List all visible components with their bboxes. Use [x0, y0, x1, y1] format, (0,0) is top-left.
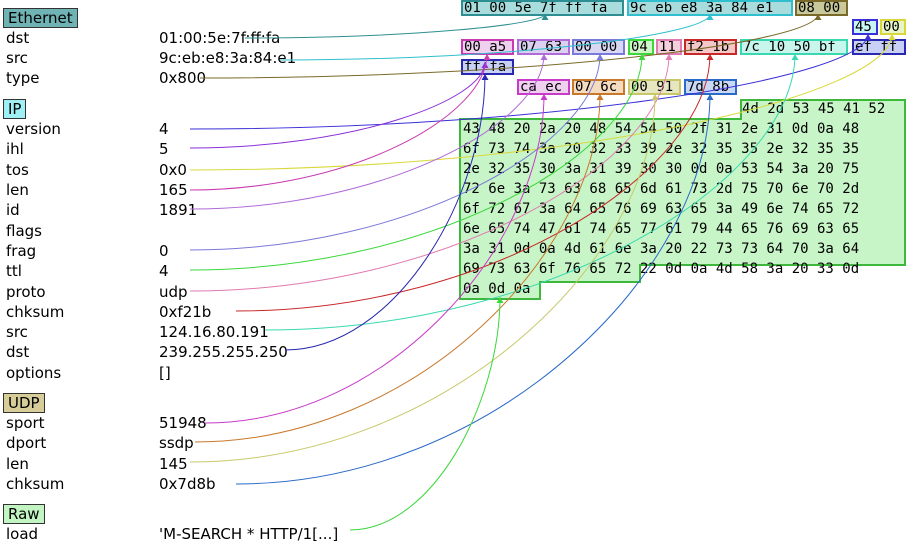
- connector-line: [279, 13, 711, 61]
- connector-line: [189, 53, 643, 271]
- connector-line: [189, 33, 893, 171]
- connector-line: [235, 53, 711, 312]
- connector-arrowhead: [483, 54, 491, 60]
- connector-arrowhead: [888, 34, 896, 40]
- connector-line: [189, 53, 601, 251]
- connector-lines: [189, 13, 896, 531]
- connector-line: [189, 53, 545, 210]
- connector-arrowhead: [814, 14, 822, 20]
- connector-arrowhead: [706, 54, 714, 60]
- connector-arrowhead: [651, 94, 659, 100]
- connector-line: [199, 13, 819, 79]
- connector-line: [204, 93, 545, 424]
- connector-arrowhead: [540, 54, 548, 60]
- packet-dissection-diagram: Ethernet dst 01:00:5e:7f:ff:fa src 9c:eb:e…: [0, 0, 908, 545]
- connector-arrowhead: [791, 54, 799, 60]
- connector-line: [264, 53, 796, 331]
- connector-arrowhead: [496, 297, 504, 303]
- connector-line: [189, 33, 869, 130]
- connector-arrowhead: [596, 54, 604, 60]
- connector-arrowhead: [596, 94, 604, 100]
- connector-arrowhead: [540, 94, 548, 100]
- connector-line: [189, 61, 486, 149]
- connector-arrowhead: [706, 94, 714, 100]
- connector-arrowhead: [665, 54, 673, 60]
- connector-arrowhead: [864, 34, 872, 40]
- connector-line: [349, 296, 501, 531]
- connector-line: [244, 13, 546, 39]
- connector-arrowhead: [706, 14, 714, 20]
- connector-arrowhead: [638, 54, 646, 60]
